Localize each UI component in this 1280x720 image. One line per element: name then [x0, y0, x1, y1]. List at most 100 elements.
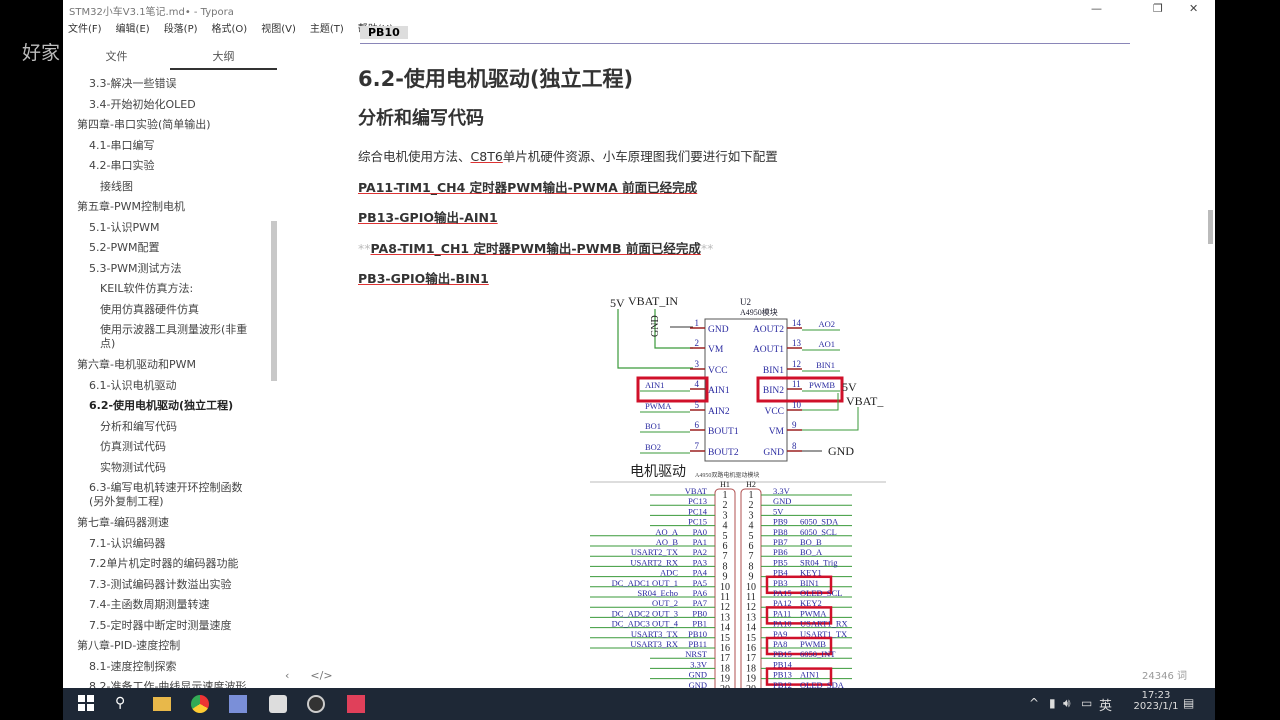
schematic-label: BIN1	[763, 366, 784, 376]
menu-item[interactable]: 编辑(E)	[116, 20, 150, 35]
schematic-label: PWMA	[800, 608, 827, 618]
outline-item[interactable]: 使用仿真器硬件仿真	[63, 300, 278, 321]
outline-item[interactable]: 实物测试代码	[63, 458, 278, 479]
outline-item[interactable]: 第八章-PID-速度控制	[63, 636, 278, 657]
schematic-label: PB8	[773, 527, 788, 537]
outline-list: 3.3-解决一些错误 3.4-开始初始化OLED 第四章-串口实验(简单输出) 4.1…	[63, 70, 278, 688]
menu-item[interactable]: 段落(P)	[164, 20, 198, 35]
tab-outline[interactable]: 大纲	[170, 36, 277, 70]
outline-item[interactable]: 第四章-串口实验(简单输出)	[63, 115, 278, 136]
clock[interactable]: 17:23 2023/1/1	[1131, 690, 1181, 712]
schematic-label: PA2	[693, 547, 707, 557]
schematic-label: 9	[792, 420, 797, 430]
close-button[interactable]: ✕	[1189, 2, 1198, 15]
outline-item[interactable]: 6.3-编写电机转速开环控制函数(另外复制工程)	[63, 478, 253, 513]
schematic-label: DC_ADC1 OUT_1	[612, 578, 678, 588]
schematic-label: 13	[792, 338, 802, 348]
outline-item[interactable]: 5.1-认识PWM	[63, 218, 278, 239]
schematic-label: BIN1	[816, 360, 835, 370]
sidebar-toggle-button[interactable]: ‹	[285, 669, 289, 682]
schematic-caption-sub: A4950双路电机驱动模块	[695, 471, 759, 479]
windows-start-icon[interactable]	[78, 695, 96, 713]
schematic-label: GND	[763, 448, 784, 458]
schematic-label: 5V	[773, 506, 784, 516]
app-icon[interactable]	[229, 695, 247, 713]
schematic-label: BO1	[645, 421, 661, 431]
outline-item[interactable]: 第五章-PWM控制电机	[63, 197, 278, 218]
outline-item[interactable]: 5.2-PWM配置	[63, 238, 278, 259]
schematic-label: BIN1	[800, 578, 819, 588]
schematic-label: PA5	[693, 578, 707, 588]
minimize-button[interactable]: —	[1091, 2, 1102, 15]
outline-item[interactable]: 6.2-使用电机驱动(独立工程)	[63, 396, 278, 417]
outline-item[interactable]: 分析和编写代码	[63, 417, 278, 438]
outline-item[interactable]: 7.4-主函数周期测量转速	[63, 595, 278, 616]
outline-item[interactable]: 接线图	[63, 177, 278, 198]
sidebar-scrollbar[interactable]	[271, 221, 277, 381]
schematic-label: BO2	[645, 442, 661, 452]
schematic-label: NRST	[685, 649, 708, 659]
outline-item[interactable]: 4.1-串口编写	[63, 136, 278, 157]
outline-item[interactable]: 第七章-编码器测速	[63, 513, 278, 534]
outline-item[interactable]: 6.1-认识电机驱动	[63, 376, 278, 397]
schematic-label: PB9	[773, 517, 788, 527]
schematic-label: DC_ADC2 OUT_3	[612, 608, 678, 618]
typora-icon[interactable]	[269, 695, 287, 713]
search-icon[interactable]: ⚲	[115, 695, 133, 713]
schematic-label: AIN1	[800, 670, 819, 680]
config-line-4: PB3-GPIO输出-BIN1	[358, 271, 489, 286]
schematic-label: USART3_RX	[630, 639, 678, 649]
chrome-icon[interactable]	[191, 695, 209, 713]
outline-item[interactable]: 7.5-定时器中断定时测量速度	[63, 616, 278, 637]
outline-item[interactable]: 7.2单片机定时器的编码器功能	[63, 554, 278, 575]
menu-item[interactable]: 格式(O)	[212, 20, 248, 35]
editor[interactable]: PB10 6.2-使用电机驱动(独立工程) 分析和编写代码 综合电机使用方法、C…	[278, 18, 1215, 688]
outline-item[interactable]: 7.1-认识编码器	[63, 534, 278, 555]
editor-scrollbar[interactable]	[1208, 210, 1213, 244]
outline-item[interactable]: 8.2-准备工作-曲线显示速度波形	[63, 677, 278, 688]
word-count[interactable]: 24346 词	[1142, 667, 1187, 682]
outline-item[interactable]: 第六章-电机驱动和PWM	[63, 355, 278, 376]
time: 17:23	[1141, 690, 1171, 701]
outline-item[interactable]: 3.4-开始初始化OLED	[63, 95, 278, 116]
tab-files[interactable]: 文件	[63, 36, 170, 70]
notification-icon[interactable]: ▤	[1183, 696, 1194, 710]
schematic-label: PC13	[688, 496, 707, 506]
schematic-label: 14	[792, 318, 802, 328]
outline-item[interactable]: 8.1-速度控制探索	[63, 657, 278, 678]
microphone-icon[interactable]: ▮	[1049, 696, 1056, 710]
schematic-label: 5V	[610, 296, 625, 310]
app-icon-red[interactable]	[347, 695, 365, 713]
chip-ref: U2	[740, 297, 751, 307]
schematic-label: VBAT_	[846, 394, 884, 408]
sidebar: 文件 大纲 3.3-解决一些错误 3.4-开始初始化OLED 第四章-串口实验(简单…	[63, 36, 278, 688]
schematic-label: OLED_SCL	[800, 588, 843, 598]
config-line-3: **PA8-TIM1_CH1 定时器PWM输出-PWMB 前面已经完成**	[358, 238, 713, 257]
source-code-toggle[interactable]: </>	[310, 669, 332, 682]
schematic-label: PA7	[693, 598, 707, 608]
tray-chevron-icon[interactable]: ^	[1029, 696, 1039, 710]
typora-window: STM32小车V3.1笔记.md• - Typora — ❐ ✕ 文件(F) 编辑…	[63, 0, 1215, 688]
schematic-label: BO_A	[800, 547, 823, 557]
ime-indicator[interactable]: 英	[1099, 695, 1112, 714]
network-icon[interactable]: ▭	[1081, 696, 1092, 710]
outline-item[interactable]: 4.2-串口实验	[63, 156, 278, 177]
schematic-label: SR04_Echo	[637, 588, 678, 598]
schematic-label: VBAT	[685, 486, 708, 496]
obs-icon[interactable]	[307, 695, 325, 713]
outline-item[interactable]: KEIL软件仿真方法:	[63, 279, 278, 300]
outline-item[interactable]: 3.3-解决一些错误	[63, 74, 278, 95]
menu-item[interactable]: 文件(F)	[68, 20, 102, 35]
outline-item[interactable]: 仿真测试代码	[63, 437, 278, 458]
maximize-button[interactable]: ❐	[1153, 2, 1163, 15]
schematic-label: PB1	[692, 619, 707, 629]
outline-item[interactable]: 5.3-PWM测试方法	[63, 259, 278, 280]
schematic-label: PA8	[773, 639, 787, 649]
heading-2: 6.2-使用电机驱动(独立工程)	[358, 67, 634, 91]
outline-item[interactable]: 7.3-测试编码器计数溢出实验	[63, 575, 278, 596]
schematic-label: AIN1	[708, 386, 730, 396]
schematic-label: GND	[689, 670, 707, 680]
outline-item[interactable]: 使用示波器工具测量波形(非重点)	[63, 320, 253, 355]
file-explorer-icon[interactable]	[153, 697, 171, 711]
volume-icon[interactable]: 🔊︎	[1063, 696, 1071, 711]
